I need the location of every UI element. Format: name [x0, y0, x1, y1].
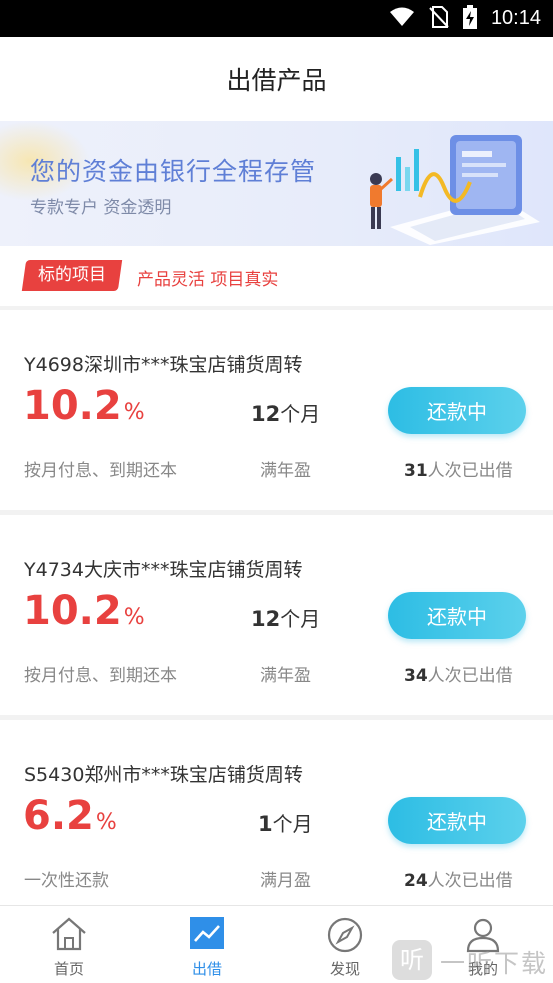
- section-badge: 标的项目: [21, 260, 123, 291]
- product-status-button[interactable]: 还款中: [388, 797, 526, 844]
- product-title: Y4734大庆市***珠宝店铺货周转: [24, 559, 303, 581]
- product-status-button[interactable]: 还款中: [388, 387, 526, 434]
- product-repayment: 按月付息、到期还本: [24, 461, 177, 481]
- compass-icon: [327, 917, 363, 953]
- section-tagline: 产品灵活 项目真实: [137, 270, 279, 290]
- product-rate: 10.2%: [23, 383, 145, 429]
- promo-banner[interactable]: 您的资金由银行全程存管 专款专户 资金透明: [0, 121, 553, 246]
- tab-home[interactable]: 首页: [0, 906, 138, 983]
- product-investors: 24人次已出借: [404, 871, 513, 891]
- status-time: 10:14: [490, 7, 541, 29]
- banner-subtitle: 专款专户 资金透明: [30, 198, 172, 218]
- product-card[interactable]: Y4698深圳市***珠宝店铺货周转 10.2% 12个月 还款中 按月付息、到…: [0, 310, 553, 510]
- product-investors: 31人次已出借: [404, 461, 513, 481]
- page-title: 出借产品: [226, 66, 327, 95]
- chart-trend-icon: [190, 917, 224, 949]
- product-title: Y4698深圳市***珠宝店铺货周转: [24, 354, 303, 376]
- no-sim-icon: [429, 5, 449, 32]
- product-repayment: 一次性还款: [24, 871, 109, 891]
- product-term: 12个月: [251, 402, 321, 426]
- product-card[interactable]: Y4734大庆市***珠宝店铺货周转 10.2% 12个月 还款中 按月付息、到…: [0, 515, 553, 715]
- product-condition: 满年盈: [260, 666, 311, 686]
- product-status-button[interactable]: 还款中: [388, 592, 526, 639]
- watermark-logo-icon: 听: [392, 940, 432, 980]
- product-term: 12个月: [251, 607, 321, 631]
- watermark-text: 一听下载: [440, 949, 549, 978]
- section-header: 标的项目 产品灵活 项目真实: [0, 246, 553, 306]
- product-rate: 6.2%: [23, 793, 117, 839]
- banner-illustration-icon: [370, 135, 540, 245]
- wifi-icon: [389, 7, 415, 31]
- battery-charging-icon: [462, 4, 477, 33]
- watermark: 听 一听下载: [392, 938, 553, 983]
- product-repayment: 按月付息、到期还本: [24, 666, 177, 686]
- product-condition: 满月盈: [260, 871, 311, 891]
- product-title: S5430郑州市***珠宝店铺货周转: [24, 764, 303, 786]
- status-bar: 10:14: [0, 0, 553, 37]
- tab-lend[interactable]: 出借: [138, 906, 276, 983]
- home-icon: [52, 917, 86, 951]
- product-term: 1个月: [258, 812, 313, 836]
- product-card[interactable]: S5430郑州市***珠宝店铺货周转 6.2% 1个月 还款中 一次性还款 满月…: [0, 720, 553, 905]
- product-condition: 满年盈: [260, 461, 311, 481]
- page-header: 出借产品: [0, 37, 553, 121]
- banner-title: 您的资金由银行全程存管: [30, 157, 317, 186]
- product-investors: 34人次已出借: [404, 666, 513, 686]
- product-rate: 10.2%: [23, 588, 145, 634]
